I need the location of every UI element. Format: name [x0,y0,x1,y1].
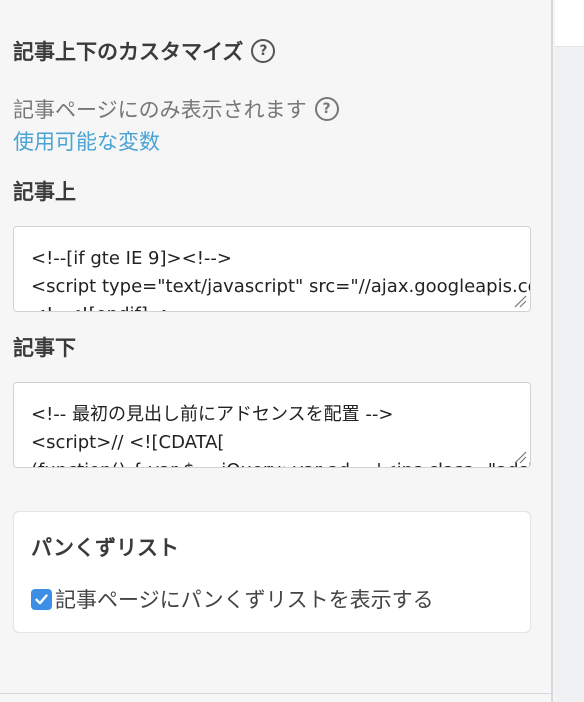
code-line: <script>// <![CDATA[ [31,432,225,453]
breadcrumb-checkbox-row[interactable]: 記事ページにパンくずリストを表示する [31,584,434,614]
help-icon[interactable]: ? [314,97,339,121]
breadcrumb-settings-card: パンくずリスト 記事ページにパンくずリストを表示する [13,511,531,633]
top-code-textarea[interactable]: <!--[if gte IE 9]><!--> <script type="te… [13,226,531,312]
divider [0,693,553,694]
resize-grip-icon[interactable] [513,450,527,464]
bottom-code-textarea[interactable]: <!-- 最初の見出し前にアドセンスを配置 --> <script>// <![… [13,382,531,468]
bottom-code-content: <!-- 最初の見出し前にアドセンスを配置 --> <script>// <![… [31,401,530,467]
breadcrumb-checkbox[interactable] [31,588,52,610]
available-variables-link[interactable]: 使用可能な変数 [13,126,160,156]
resize-grip-icon[interactable] [513,294,527,308]
section-title-text: 記事上下のカスタマイズ [13,40,244,64]
code-line: <!--<![endif]--> [31,304,176,311]
breadcrumb-checkbox-label[interactable]: 記事ページにパンくずリストを表示する [55,584,434,614]
right-background [555,0,584,702]
code-line: (function() { var $ = jQuery; var ad = '… [31,460,530,467]
bottom-field-label: 記事下 [13,336,76,360]
description-text: 記事ページにのみ表示されます [13,98,307,122]
help-icon[interactable]: ? [251,39,276,63]
checkmark-icon [35,593,48,604]
code-line: <!--[if gte IE 9]><!--> [31,248,232,269]
settings-panel: 記事上下のカスタマイズ ? 記事ページにのみ表示されます ? 使用可能な変数 記… [0,0,553,702]
code-line: <script type="text/javascript" src="//aj… [31,276,531,297]
right-card-edge [555,0,584,47]
top-code-content: <!--[if gte IE 9]><!--> <script type="te… [31,245,531,311]
breadcrumb-title: パンくずリスト [31,536,180,560]
code-line: <!-- 最初の見出し前にアドセンスを配置 --> [31,404,394,425]
top-field-label: 記事上 [13,180,76,204]
section-title: 記事上下のカスタマイズ ? [13,36,276,66]
section-description: 記事ページにのみ表示されます ? [13,94,339,124]
